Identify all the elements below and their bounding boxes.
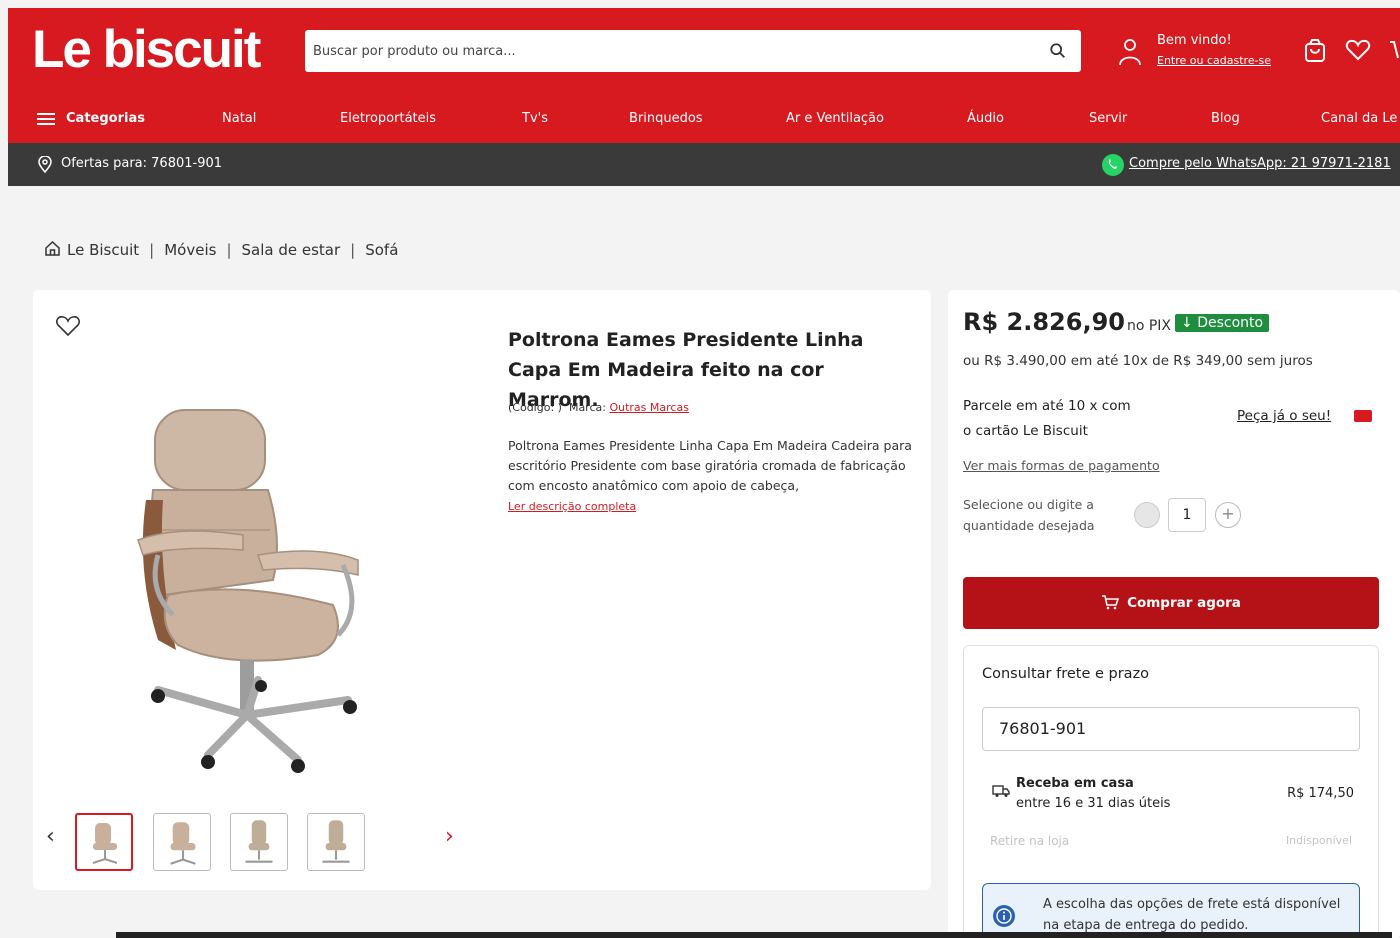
home-icon[interactable] bbox=[44, 240, 61, 257]
parcel-line-1: Parcele em até 10 x com bbox=[963, 398, 1131, 414]
nav-item-audio[interactable]: Áudio bbox=[967, 111, 1004, 126]
product-card: ‹ › Poltrona Eames Presidente Linha Capa… bbox=[33, 290, 931, 890]
cep-input[interactable]: 76801-901 bbox=[982, 707, 1360, 751]
bottom-scrollbar bbox=[116, 932, 1392, 938]
menu-icon[interactable] bbox=[37, 112, 55, 126]
nav-item-tvs[interactable]: Tv's bbox=[522, 111, 548, 126]
read-more-link[interactable]: Ler descrição completa bbox=[508, 500, 636, 513]
breadcrumb-sala[interactable]: Sala de estar bbox=[242, 241, 341, 259]
store-pickup-status: Indisponível bbox=[1285, 834, 1352, 847]
home-delivery-time: entre 16 e 31 dias úteis bbox=[1016, 796, 1171, 811]
shipping-info-text: A escolha das opções de frete está dispo… bbox=[1043, 897, 1341, 933]
location-pin-icon bbox=[38, 156, 52, 173]
home-delivery-price: R$ 174,50 bbox=[1287, 786, 1354, 801]
user-icon bbox=[1119, 39, 1141, 66]
product-image[interactable] bbox=[118, 380, 418, 780]
card-parcel: Parcele em até 10 x com o cartão Le Bisc… bbox=[963, 394, 1131, 444]
thumbnail-4[interactable] bbox=[307, 813, 365, 871]
nav-item-natal[interactable]: Natal bbox=[222, 111, 256, 126]
price-block: R$ 2.826,90 no PIX ↓ Desconto bbox=[963, 308, 1270, 336]
nav-item-brinquedos[interactable]: Brinquedos bbox=[629, 111, 703, 126]
quantity-stepper: 1 + bbox=[1134, 498, 1254, 532]
code-label: (Código: ) bbox=[508, 401, 562, 414]
more-payment-link[interactable]: Ver mais formas de pagamento bbox=[963, 458, 1160, 473]
buy-now-button[interactable]: Comprar agora bbox=[963, 577, 1379, 629]
cart-icon bbox=[1102, 595, 1120, 610]
card-logo-icon bbox=[1354, 410, 1372, 422]
search-bar[interactable] bbox=[305, 30, 1081, 72]
nav-item-blog[interactable]: Blog bbox=[1211, 111, 1240, 126]
offers-location[interactable]: Ofertas para: 76801-901 bbox=[61, 156, 222, 171]
home-delivery-title: Receba em casa bbox=[1016, 776, 1134, 791]
favorite-heart-icon[interactable] bbox=[55, 314, 81, 338]
search-input[interactable] bbox=[305, 30, 1035, 72]
breadcrumb-sofa[interactable]: Sofá bbox=[365, 241, 398, 259]
shipping-title: Consultar frete e prazo bbox=[982, 666, 1150, 682]
thumbnail-1[interactable] bbox=[75, 813, 133, 871]
offers-bar: Ofertas para: 76801-901 Compre pelo What… bbox=[8, 143, 1400, 186]
store-pickup-title: Retire na loja bbox=[990, 834, 1070, 848]
buy-box: R$ 2.826,90 no PIX ↓ Desconto ou R$ 3.490,… bbox=[948, 290, 1400, 938]
top-header: Le biscuit Bem vindo! Entre ou cadastre-… bbox=[8, 8, 1400, 98]
order-card-link[interactable]: Peça já o seu! bbox=[1237, 408, 1331, 424]
brand-link[interactable]: Outras Marcas bbox=[609, 401, 688, 414]
description-text: Poltrona Eames Presidente Linha Capa Em … bbox=[508, 438, 912, 493]
user-greeting: Bem vindo! bbox=[1157, 33, 1232, 48]
quantity-input[interactable]: 1 bbox=[1168, 498, 1206, 532]
breadcrumb-moveis[interactable]: Móveis bbox=[164, 241, 216, 259]
next-arrow-icon[interactable]: › bbox=[445, 824, 454, 849]
truck-icon bbox=[992, 785, 1010, 797]
bag-icon[interactable] bbox=[1303, 38, 1327, 64]
shipping-info-notice: A escolha das opções de frete está dispo… bbox=[982, 883, 1360, 938]
product-description: Poltrona Eames Presidente Linha Capa Em … bbox=[508, 436, 918, 517]
main-nav: Categorias Natal Eletroportáteis Tv's Br… bbox=[8, 98, 1400, 143]
prev-arrow-icon[interactable]: ‹ bbox=[46, 824, 55, 849]
login-link[interactable]: Entre ou cadastre-se bbox=[1157, 54, 1271, 67]
arrow-down-icon: ↓ bbox=[1181, 315, 1198, 331]
info-icon bbox=[993, 905, 1015, 927]
thumbnail-2[interactable] bbox=[153, 813, 211, 871]
breadcrumb: Le Biscuit | Móveis | Sala de estar | Sofá bbox=[44, 240, 406, 259]
nav-item-ar-ventilacao[interactable]: Ar e Ventilação bbox=[786, 111, 884, 126]
nav-item-canal[interactable]: Canal da Le bbox=[1321, 111, 1397, 126]
discount-badge: ↓ Desconto bbox=[1175, 314, 1270, 332]
user-account[interactable]: Bem vindo! Entre ou cadastre-se bbox=[1118, 33, 1278, 73]
whatsapp-icon bbox=[1102, 154, 1124, 176]
decrease-quantity-button[interactable] bbox=[1134, 502, 1160, 528]
breadcrumb-home[interactable]: Le Biscuit bbox=[67, 241, 139, 259]
shipping-box: Consultar frete e prazo 76801-901 Receba… bbox=[963, 645, 1379, 938]
pix-label: no PIX bbox=[1126, 318, 1172, 334]
nav-categories[interactable]: Categorias bbox=[66, 111, 145, 126]
heart-icon[interactable] bbox=[1345, 38, 1371, 62]
nav-item-eletroportateis[interactable]: Eletroportáteis bbox=[340, 111, 436, 126]
increase-quantity-button[interactable]: + bbox=[1215, 502, 1241, 528]
parcel-line-2: o cartão Le Biscuit bbox=[963, 423, 1088, 439]
shipping-option-store: Retire na loja Indisponível bbox=[990, 834, 1360, 848]
search-icon[interactable] bbox=[1049, 42, 1067, 60]
cart-icon[interactable] bbox=[1388, 38, 1400, 64]
installments-text: ou R$ 3.490,00 em até 10x de R$ 349,00 s… bbox=[963, 353, 1313, 369]
pix-price: R$ 2.826,90 bbox=[963, 308, 1125, 336]
shipping-option-home[interactable]: Receba em casa entre 16 e 31 dias úteis … bbox=[992, 776, 1362, 816]
thumbnail-carousel: ‹ › bbox=[43, 810, 463, 875]
le-biscuit-logo[interactable]: Le biscuit bbox=[32, 20, 261, 80]
whatsapp-text: Compre pelo WhatsApp: 21 97971-2181 bbox=[1129, 156, 1391, 171]
brand-label: Marca: bbox=[568, 401, 606, 414]
thumbnail-3[interactable] bbox=[230, 813, 288, 871]
product-code: (Código: ) Marca: Outras Marcas bbox=[508, 401, 689, 414]
quantity-label: Selecione ou digite a quantidade desejada bbox=[963, 497, 1095, 533]
nav-item-servir[interactable]: Servir bbox=[1089, 111, 1127, 126]
